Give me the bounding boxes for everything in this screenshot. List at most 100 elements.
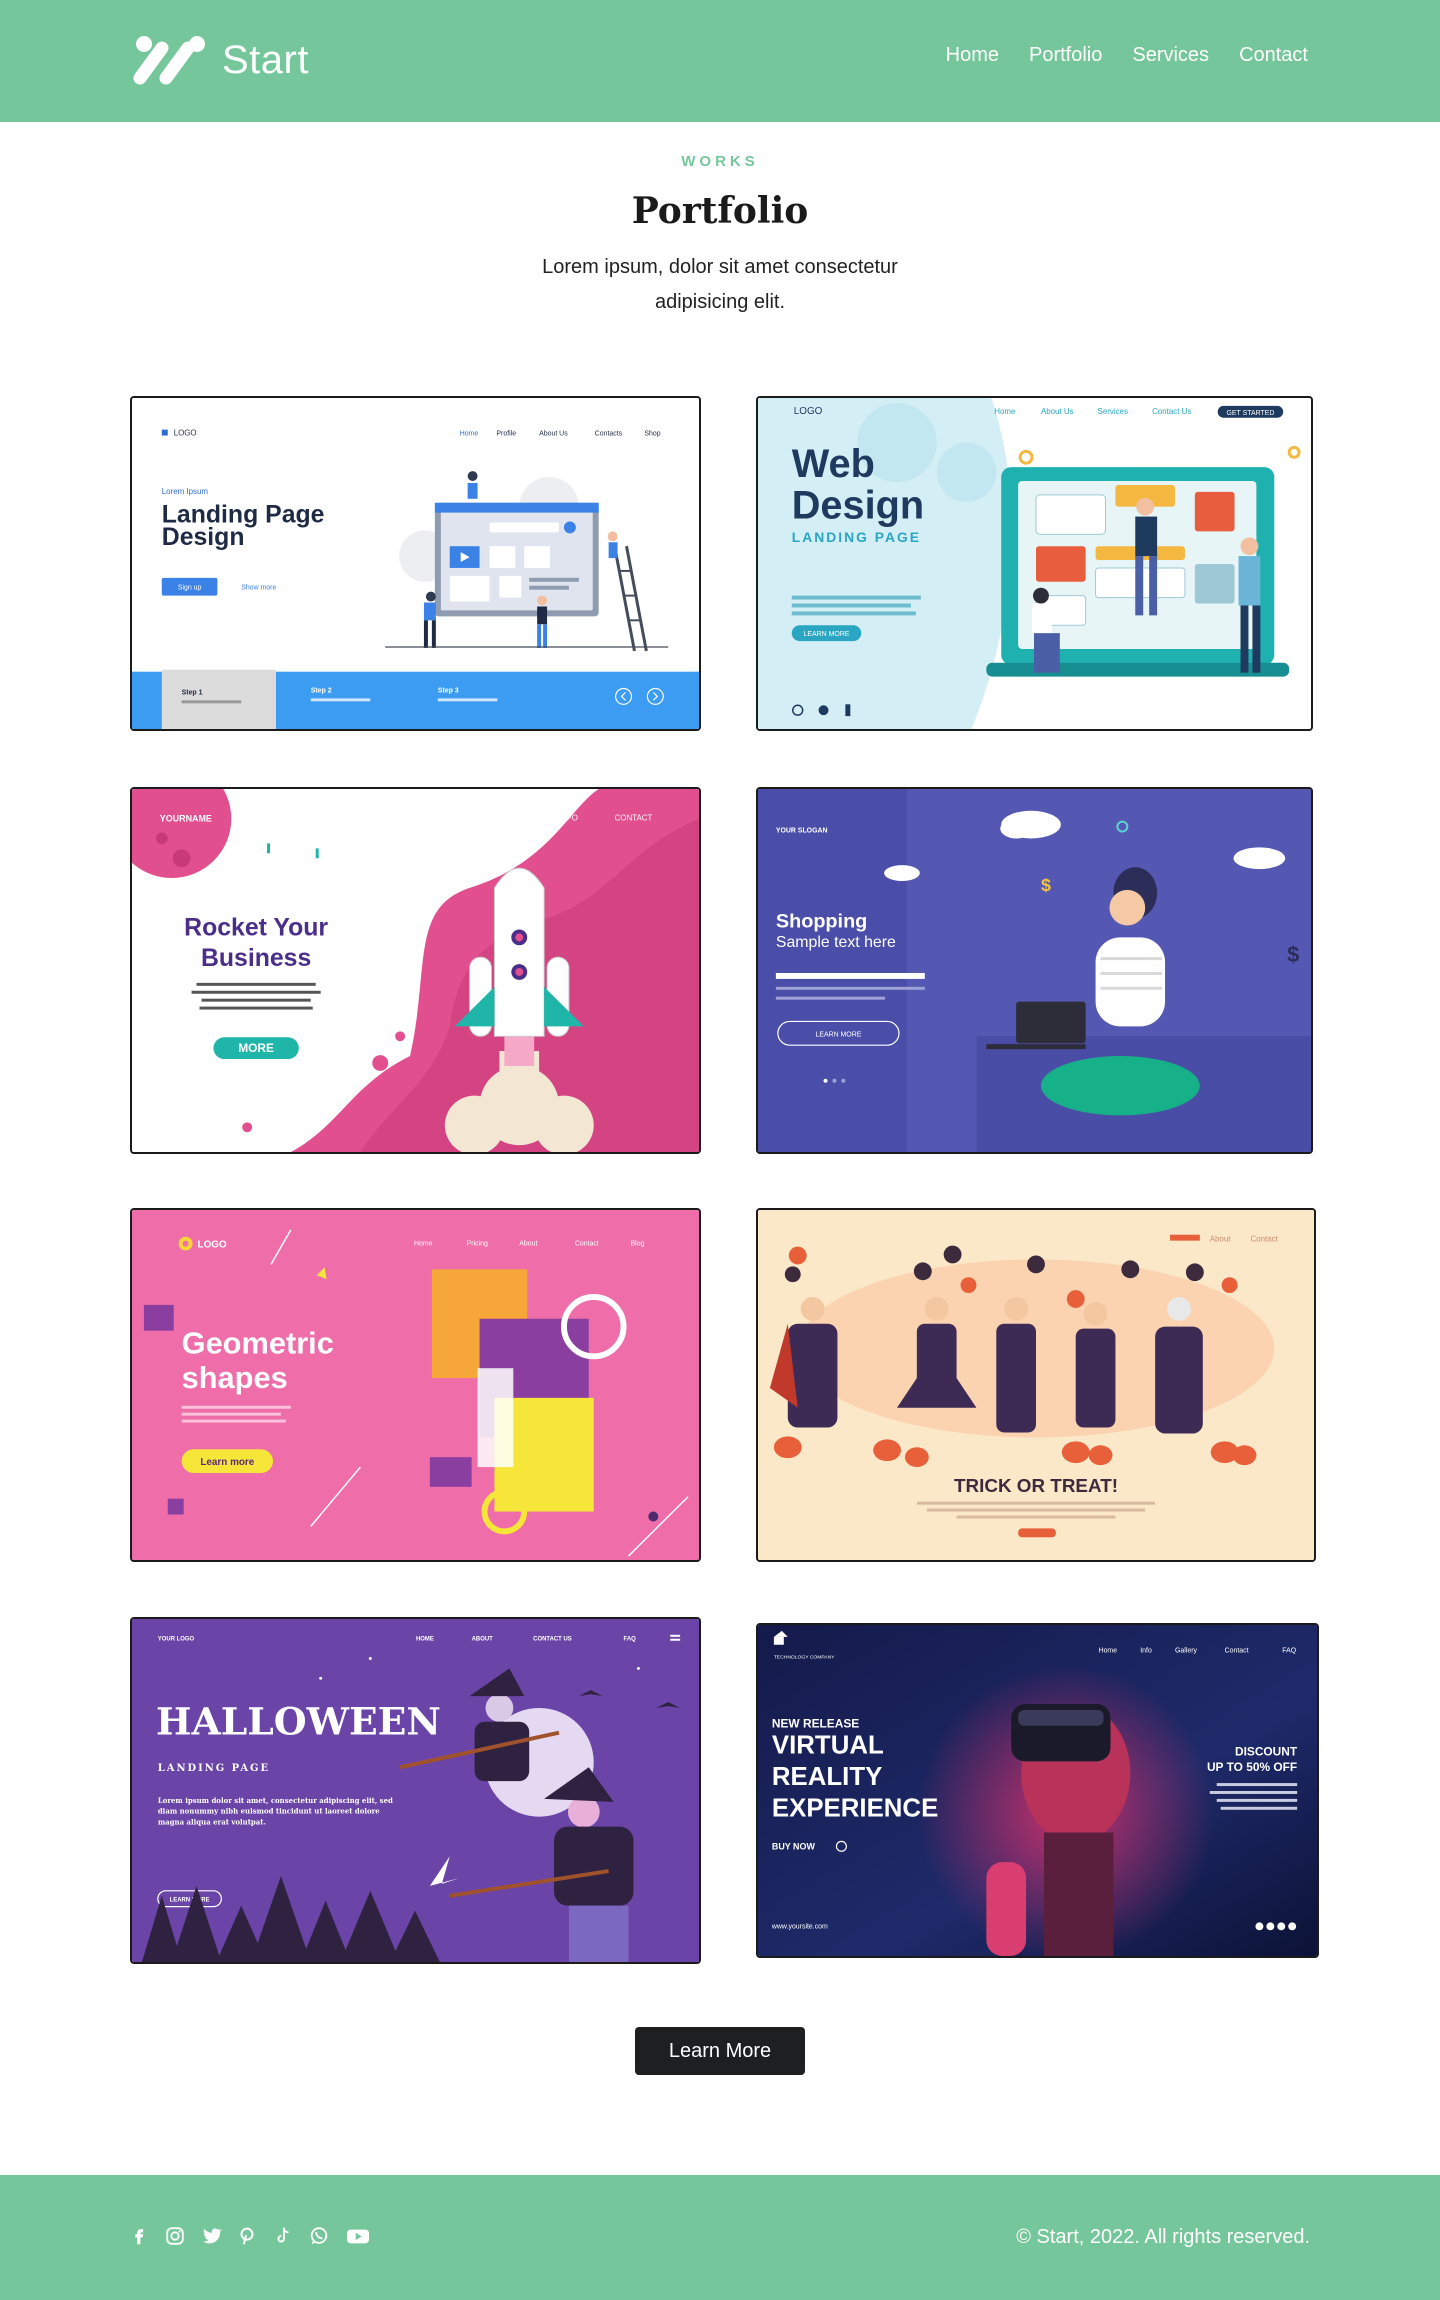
card4-button: LEARN MORE — [815, 1031, 861, 1038]
portfolio-card-virtual-reality[interactable]: TECHNOLOGY COMPANY Home Info Gallery Con… — [756, 1623, 1319, 1958]
card2-logo: LOGO — [794, 406, 823, 417]
card7-logo: YOUR LOGO — [158, 1637, 195, 1643]
card3-title-line1: Rocket Your — [184, 914, 328, 941]
card8-discount-line2: UP TO 50% OFF — [1207, 1760, 1297, 1774]
portfolio-card-landing-page[interactable]: LOGO Home Profile About Us Contacts Shop… — [130, 396, 701, 731]
card1-nav-about: About Us — [539, 431, 568, 438]
portfolio-card-rocket-business[interactable]: YOURNAME HOME ISSUES INFO CONTACT Rocket… — [130, 787, 701, 1154]
web-design-preview: LOGO Home About Us Services Contact Us G… — [758, 398, 1311, 729]
whatsapp-icon[interactable] — [308, 2225, 330, 2247]
instagram-icon[interactable] — [164, 2225, 186, 2247]
card1-step2: Step 2 — [311, 687, 332, 694]
virtual-reality-preview: TECHNOLOGY COMPANY Home Info Gallery Con… — [758, 1625, 1317, 1956]
logo-text: Start — [222, 37, 309, 82]
card2-nav-home: Home — [994, 407, 1016, 416]
nav-portfolio[interactable]: Portfolio — [1029, 44, 1102, 67]
card8-logo: TECHNOLOGY COMPANY — [774, 1655, 835, 1661]
card3-nav-info: INFO — [559, 814, 578, 823]
card3-nav-contact: CONTACT — [615, 814, 653, 823]
card8-nav-home: Home — [1099, 1648, 1118, 1655]
halloween-preview: YOUR LOGO HOME ABOUT CONTACT US FAQ HALL… — [132, 1619, 699, 1962]
site-logo[interactable]: Start — [132, 34, 309, 86]
card2-title-line1: Web — [792, 442, 875, 486]
shopping-preview: YOUR SLOGAN Shopping Sample text here LE… — [758, 789, 1311, 1152]
card1-nav-shop: Shop — [644, 431, 660, 438]
card4-title: Shopping — [776, 911, 867, 933]
card6-nav-contact: Contact — [1250, 1235, 1278, 1244]
youtube-icon[interactable] — [344, 2225, 372, 2247]
card5-button: Learn more — [200, 1457, 254, 1468]
main-nav: Home Portfolio Services Contact — [946, 44, 1308, 67]
card2-cta: GET STARTED — [1227, 410, 1275, 417]
card5-title-line1: Geometric — [182, 1325, 334, 1360]
card1-eyebrow: Lorem Ipsum — [162, 487, 209, 496]
card1-step3: Step 3 — [438, 687, 459, 694]
card8-title-line3: EXPERIENCE — [772, 1795, 938, 1823]
nav-home[interactable]: Home — [946, 44, 999, 67]
twitter-icon[interactable] — [200, 2225, 222, 2247]
card2-nav-services: Services — [1098, 407, 1128, 416]
pinterest-icon[interactable] — [236, 2225, 258, 2247]
card8-title-line2: REALITY — [772, 1763, 882, 1791]
card3-logo: YOURNAME — [160, 814, 212, 824]
page-title: Portfolio — [631, 190, 809, 232]
card8-nav-info: Info — [1140, 1648, 1152, 1655]
card8-url: www.yoursite.com — [771, 1923, 828, 1930]
card2-nav-contact: Contact Us — [1152, 407, 1191, 416]
card5-title-line2: shapes — [182, 1360, 288, 1395]
nav-services[interactable]: Services — [1132, 44, 1209, 67]
svg-text:$: $ — [1041, 875, 1051, 895]
card7-button: LEARN MORE — [170, 1898, 210, 1904]
card8-discount-line1: DISCOUNT — [1235, 1744, 1298, 1758]
facebook-icon[interactable] — [128, 2225, 150, 2247]
portfolio-card-geometric-shapes[interactable]: LOGO Home Pricing About Contact Blog Geo… — [130, 1208, 701, 1562]
card5-nav-about: About — [519, 1241, 537, 1248]
card4-subtitle: Sample text here — [776, 934, 896, 951]
card1-nav-contacts: Contacts — [595, 431, 623, 438]
card6-nav-about: About — [1210, 1235, 1232, 1244]
learn-more-button[interactable]: Learn More — [635, 2027, 805, 2075]
portfolio-card-web-design[interactable]: LOGO Home About Us Services Contact Us G… — [756, 396, 1313, 731]
card8-cta: BUY NOW — [772, 1841, 816, 1851]
card1-link: Show more — [241, 585, 276, 592]
portfolio-card-trick-or-treat[interactable]: About Contact TRICK OR TREAT! — [756, 1208, 1316, 1562]
nav-contact[interactable]: Contact — [1239, 44, 1308, 67]
card3-title-line2: Business — [201, 945, 311, 972]
card1-nav-home: Home — [460, 431, 479, 438]
card3-nav-issues: ISSUES — [487, 814, 516, 823]
card6-title: TRICK OR TREAT! — [954, 1475, 1118, 1496]
card4-logo: YOUR SLOGAN — [776, 828, 828, 835]
card1-button: Sign up — [178, 585, 202, 592]
card8-nav-gallery: Gallery — [1175, 1648, 1198, 1655]
portfolio-card-shopping[interactable]: YOUR SLOGAN Shopping Sample text here LE… — [756, 787, 1313, 1154]
card1-logo: LOGO — [174, 429, 197, 438]
landing-page-preview: LOGO Home Profile About Us Contacts Shop… — [132, 398, 699, 729]
card7-nav-faq: FAQ — [624, 1637, 637, 1643]
card3-nav-home: HOME — [422, 814, 446, 823]
trick-or-treat-preview: About Contact TRICK OR TREAT! — [758, 1210, 1314, 1560]
card3-button: MORE — [238, 1041, 274, 1055]
site-footer: © Start, 2022. All rights reserved. — [0, 2175, 1440, 2300]
card8-nav-contact: Contact — [1225, 1648, 1249, 1655]
card7-title: HALLOWEEN — [156, 1700, 441, 1744]
card1-step1: Step 1 — [182, 689, 203, 696]
rocket-business-preview: YOURNAME HOME ISSUES INFO CONTACT Rocket… — [132, 789, 699, 1152]
section-subtitle: Lorem ipsum, dolor sit amet consectetur … — [542, 256, 898, 313]
card5-logo: LOGO — [198, 1240, 227, 1251]
section-eyebrow: WORKS — [681, 153, 759, 170]
card8-nav-faq: FAQ — [1282, 1648, 1296, 1655]
card8-title-line1: VIRTUAL — [772, 1732, 884, 1760]
logo-mark-icon — [133, 36, 205, 85]
card7-nav-about: ABOUT — [472, 1637, 494, 1643]
card1-nav-profile: Profile — [496, 431, 516, 438]
card7-nav-contact: CONTACT US — [533, 1637, 572, 1643]
card2-title-line2: Design — [792, 484, 924, 528]
card2-subtitle: LANDING PAGE — [792, 529, 921, 545]
geometric-shapes-preview: LOGO Home Pricing About Contact Blog Geo… — [132, 1210, 699, 1560]
tiktok-icon[interactable] — [272, 2225, 294, 2247]
card5-nav-home: Home — [414, 1241, 433, 1248]
card5-nav-contact: Contact — [575, 1241, 599, 1248]
card2-button: LEARN MORE — [804, 631, 850, 638]
portfolio-card-halloween[interactable]: YOUR LOGO HOME ABOUT CONTACT US FAQ HALL… — [130, 1617, 701, 1964]
card2-nav-about: About Us — [1041, 407, 1074, 416]
